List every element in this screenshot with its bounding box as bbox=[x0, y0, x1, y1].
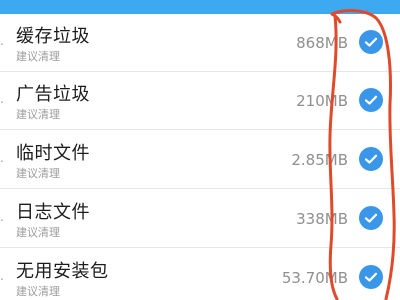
check-circle-icon[interactable] bbox=[359, 265, 383, 289]
item-subtitle: 建议清理 bbox=[16, 167, 60, 180]
check-circle-icon[interactable] bbox=[359, 206, 383, 230]
item-size: 53.70MB bbox=[281, 269, 348, 287]
item-title: 日志文件 bbox=[16, 202, 90, 223]
checkmark-icon bbox=[364, 272, 378, 282]
item-size: 2.85MB bbox=[291, 151, 348, 169]
item-subtitle: 建议清理 bbox=[16, 50, 60, 63]
check-circle-icon[interactable] bbox=[359, 30, 383, 54]
item-title: 缓存垃圾 bbox=[16, 26, 90, 47]
row-bullet-icon: . bbox=[0, 151, 4, 165]
item-subtitle: 建议清理 bbox=[16, 285, 60, 298]
list-item[interactable]: . 缓存垃圾 建议清理 868MB bbox=[0, 14, 400, 72]
row-bullet-icon: . bbox=[0, 210, 4, 224]
item-title: 广告垃圾 bbox=[16, 84, 90, 105]
checkmark-icon bbox=[364, 95, 378, 105]
item-subtitle: 建议清理 bbox=[16, 108, 60, 121]
item-title: 临时文件 bbox=[16, 143, 90, 164]
item-size: 210MB bbox=[296, 92, 348, 110]
junk-cleanup-screen: . 缓存垃圾 建议清理 868MB . 广告垃圾 建议清理 210MB . 临时… bbox=[0, 0, 400, 300]
item-size: 868MB bbox=[296, 34, 348, 52]
item-title: 无用安装包 bbox=[16, 261, 109, 282]
checkmark-icon bbox=[364, 213, 378, 223]
item-size: 338MB bbox=[296, 210, 348, 228]
row-bullet-icon: . bbox=[0, 34, 4, 48]
checkmark-icon bbox=[364, 154, 378, 164]
check-circle-icon[interactable] bbox=[359, 88, 383, 112]
list-item[interactable]: . 广告垃圾 建议清理 210MB bbox=[0, 72, 400, 130]
check-circle-icon[interactable] bbox=[359, 147, 383, 171]
row-bullet-icon: . bbox=[0, 269, 4, 283]
item-subtitle: 建议清理 bbox=[16, 226, 60, 239]
row-bullet-icon: . bbox=[0, 92, 4, 106]
list-item[interactable]: . 日志文件 建议清理 338MB bbox=[0, 190, 400, 248]
list-item[interactable]: . 临时文件 建议清理 2.85MB bbox=[0, 131, 400, 189]
top-status-bar bbox=[0, 0, 400, 14]
list-item[interactable]: . 无用安装包 建议清理 53.70MB bbox=[0, 249, 400, 300]
checkmark-icon bbox=[364, 37, 378, 47]
